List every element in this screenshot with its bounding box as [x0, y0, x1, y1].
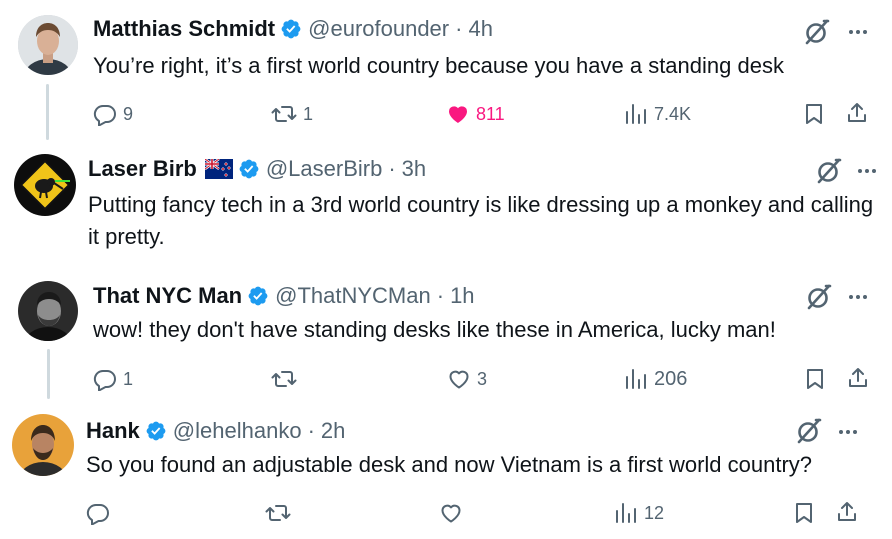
timestamp[interactable]: 3h: [402, 156, 426, 182]
thread-line: [46, 84, 49, 140]
user-handle[interactable]: @eurofounder: [308, 16, 449, 42]
tweet-text: So you found an adjustable desk and now …: [86, 452, 813, 477]
new-zealand-flag-icon: [204, 159, 233, 179]
tweet-text: wow! they don't have standing desks like…: [93, 317, 776, 342]
retweet-button[interactable]: 1: [271, 100, 313, 128]
more-options-icon[interactable]: [856, 160, 878, 182]
like-count: 3: [477, 368, 488, 389]
retweet-icon: [271, 367, 297, 391]
reply-icon: [93, 102, 117, 126]
views-chart-icon: [624, 367, 648, 391]
retweet-count: 1: [303, 103, 314, 124]
avatar[interactable]: [18, 15, 78, 75]
retweet-icon: [271, 102, 297, 126]
more-options-icon[interactable]: [847, 286, 869, 308]
grok-icon[interactable]: [815, 157, 843, 185]
view-count: 12: [644, 502, 665, 523]
user-handle[interactable]: @LaserBirb: [266, 156, 383, 182]
tweet-that-nyc-man[interactable]: That NYC Man @ThatNYCMan · 1h wow! they …: [0, 265, 892, 405]
bookmark-icon: [802, 102, 826, 126]
grok-icon[interactable]: [805, 283, 833, 311]
view-count: 7.4K: [654, 103, 692, 124]
display-name[interactable]: Hank: [86, 418, 140, 444]
heart-icon: [447, 367, 471, 391]
avatar[interactable]: [14, 154, 76, 216]
tweet-hank[interactable]: Hank @lehelhanko · 2h So you found an ad…: [0, 405, 892, 539]
like-count: 811: [476, 103, 505, 124]
display-name[interactable]: That NYC Man: [93, 283, 242, 309]
tweet-matthias-schmidt[interactable]: Matthias Schmidt @eurofounder · 4h You’r…: [0, 0, 892, 145]
separator-dot: ·: [307, 418, 315, 443]
tweet-text: Putting fancy tech in a 3rd world countr…: [88, 192, 874, 249]
reply-count: 9: [123, 103, 134, 124]
tweet-text: You’re right, it’s a first world country…: [93, 53, 784, 78]
separator-dot: ·: [388, 156, 396, 181]
share-button[interactable]: [845, 99, 869, 127]
tweet-header: That NYC Man @ThatNYCMan · 1h: [93, 283, 475, 309]
user-handle[interactable]: @lehelhanko: [173, 418, 302, 444]
reply-icon: [93, 367, 117, 391]
views-chart-icon: [614, 501, 638, 525]
avatar[interactable]: [12, 414, 74, 476]
heart-icon: [439, 501, 463, 525]
grok-icon[interactable]: [795, 417, 823, 445]
like-button[interactable]: 811: [446, 100, 505, 128]
more-options-icon[interactable]: [837, 421, 859, 443]
bookmark-button[interactable]: [803, 365, 827, 393]
verified-badge-icon: [238, 158, 260, 180]
view-count: 206: [654, 367, 688, 390]
avatar[interactable]: [18, 281, 78, 341]
tweet-header: Matthias Schmidt @eurofounder · 4h: [93, 16, 493, 42]
verified-badge-icon: [145, 420, 167, 442]
reply-count: 1: [123, 368, 134, 389]
grok-icon[interactable]: [803, 18, 831, 46]
share-button[interactable]: [835, 498, 859, 526]
tweet-header: Laser Birb @LaserBirb · 3h: [88, 156, 426, 182]
bookmark-icon: [792, 501, 816, 525]
heart-filled-icon: [446, 102, 470, 126]
timestamp[interactable]: 4h: [468, 16, 492, 42]
retweet-icon: [265, 501, 291, 525]
reply-button[interactable]: 1: [93, 365, 133, 393]
bookmark-button[interactable]: [802, 100, 826, 128]
like-button[interactable]: 3: [447, 365, 487, 393]
tweet-laser-birb[interactable]: Laser Birb @LaserBirb · 3h Putting fancy…: [0, 145, 892, 265]
separator-dot: ·: [436, 283, 445, 308]
reply-button[interactable]: 9: [93, 100, 133, 128]
thread-line: [47, 349, 50, 399]
views-button[interactable]: 12: [614, 499, 664, 527]
display-name[interactable]: Matthias Schmidt: [93, 16, 275, 42]
user-handle[interactable]: @ThatNYCMan: [275, 283, 431, 309]
display-name[interactable]: Laser Birb: [88, 156, 197, 182]
views-chart-icon: [624, 102, 648, 126]
retweet-button[interactable]: [271, 365, 303, 393]
verified-badge-icon: [280, 18, 302, 40]
share-button[interactable]: [846, 364, 870, 392]
reply-icon: [86, 501, 110, 525]
share-icon: [835, 500, 859, 524]
like-button[interactable]: [439, 499, 469, 527]
bookmark-button[interactable]: [792, 499, 816, 527]
tweet-header: Hank @lehelhanko · 2h: [86, 418, 345, 444]
more-options-icon[interactable]: [847, 21, 869, 43]
retweet-button[interactable]: [265, 499, 297, 527]
timestamp[interactable]: 2h: [321, 418, 345, 444]
bookmark-icon: [803, 367, 827, 391]
verified-badge-icon: [247, 285, 269, 307]
views-button[interactable]: 7.4K: [624, 100, 691, 128]
views-button[interactable]: 206: [624, 365, 687, 393]
separator-dot: ·: [455, 16, 463, 41]
share-icon: [845, 101, 869, 125]
timestamp[interactable]: 1h: [450, 283, 474, 309]
share-icon: [846, 366, 870, 390]
reply-button[interactable]: [86, 499, 116, 527]
